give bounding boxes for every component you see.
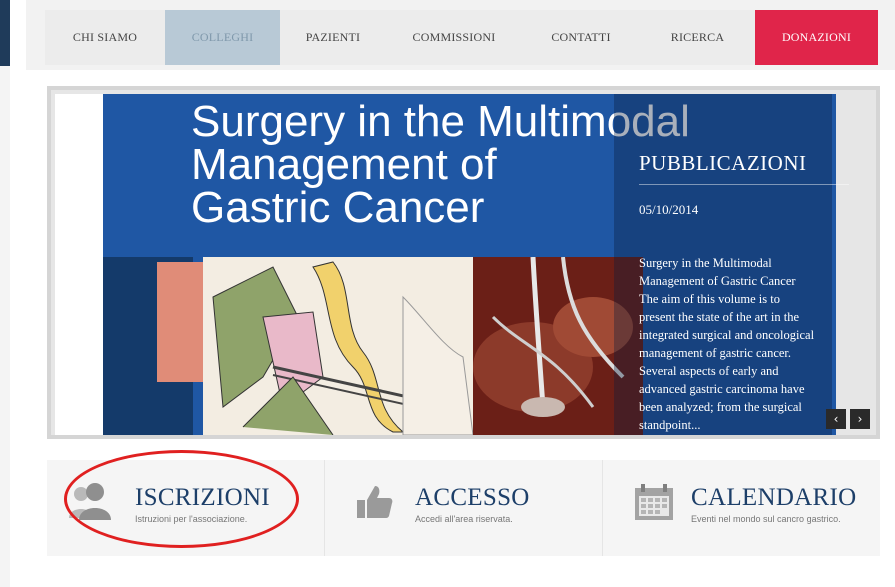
caption-text: Surgery in the Multimodal Management of … (639, 254, 849, 439)
left-edge-bar (0, 0, 10, 587)
feature-subtitle: Accedi all'area riservata. (415, 514, 513, 524)
caption-line: advanced gastric carcinoma have (639, 382, 805, 396)
caption-line: been analyzed; from the surgical (639, 400, 802, 414)
chevron-left-icon[interactable]: ‹ (826, 409, 846, 429)
caption-line: Management of Gastric Cancer (639, 274, 796, 288)
cover-salmon-block (157, 262, 203, 382)
feature-accesso[interactable]: ACCESSO Accedi all'area riservata. (325, 460, 603, 556)
caption-line: present the state of the art in the (639, 310, 800, 324)
left-edge-accent (0, 0, 10, 66)
slide-left-margin (55, 94, 103, 435)
surgical-illustration (203, 257, 473, 435)
caption-line: standpoint... (639, 418, 701, 432)
feature-title: ACCESSO (415, 484, 530, 511)
feature-title: ISCRIZIONI (135, 484, 270, 511)
calendar-icon (633, 482, 675, 527)
feature-calendario[interactable]: CALENDARIO Eventi nel mondo sul cancro g… (603, 460, 880, 556)
users-icon (67, 482, 113, 527)
caption-line: integrated surgical and oncological (639, 328, 815, 342)
menu-item-pazienti[interactable]: PAZIENTI (280, 10, 386, 65)
feature-links: ISCRIZIONI Istruzioni per l'associazione… (47, 460, 880, 556)
thumbs-up-icon (355, 482, 395, 527)
menu-item-chi-siamo[interactable]: CHI SIAMO (45, 10, 165, 65)
caption-divider (639, 184, 849, 185)
caption-line: management of gastric cancer. (639, 346, 792, 360)
menu-item-contatti[interactable]: CONTATTI (522, 10, 640, 65)
caption-line: The aim of this volume is to (639, 292, 780, 306)
menu-item-commissioni[interactable]: COMMISSIONI (386, 10, 522, 65)
caption-date: 05/10/2014 (639, 202, 699, 217)
publication-caption-panel: PUBBLICAZIONI 05/10/2014 Surgery in the … (614, 94, 849, 435)
menu-item-ricerca[interactable]: RICERCA (640, 10, 755, 65)
publication-slider: Surgery in the Multimodal Management of … (47, 86, 880, 439)
feature-subtitle: Eventi nel mondo sul cancro gastrico. (691, 514, 841, 524)
chevron-right-icon[interactable]: › (850, 409, 870, 429)
slider-controls: ‹ › (826, 409, 870, 429)
caption-heading[interactable]: PUBBLICAZIONI (639, 151, 807, 176)
feature-title: CALENDARIO (691, 484, 857, 511)
feature-subtitle: Istruzioni per l'associazione. (135, 514, 248, 524)
feature-iscrizioni[interactable]: ISCRIZIONI Istruzioni per l'associazione… (47, 460, 325, 556)
menu-item-donazioni[interactable]: DONAZIONI (755, 10, 878, 65)
menu-item-colleghi[interactable]: COLLEGHI (165, 10, 280, 65)
caption-line: Several aspects of early and (639, 364, 779, 378)
main-menu: CHI SIAMO COLLEGHI PAZIENTI COMMISSIONI … (45, 10, 878, 65)
caption-line: Surgery in the Multimodal (639, 256, 772, 270)
